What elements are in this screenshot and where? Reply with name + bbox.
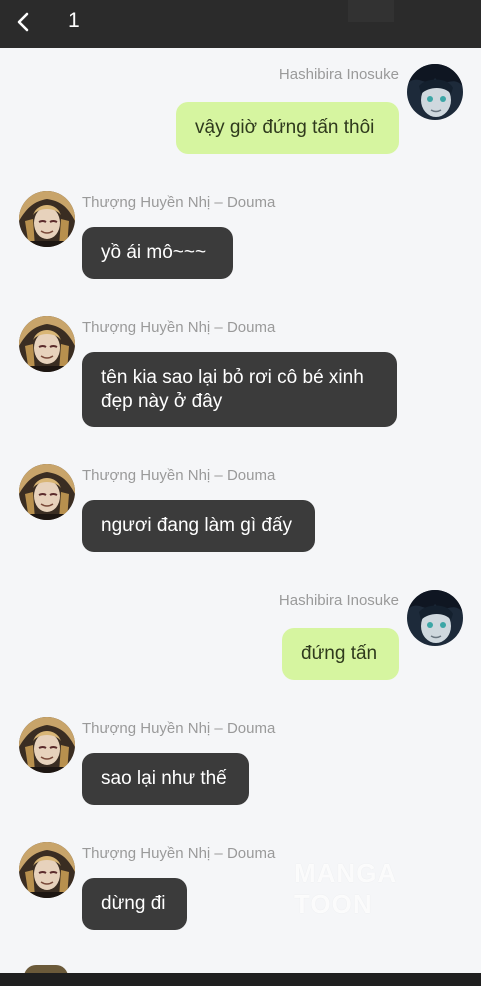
avatar[interactable] <box>407 64 463 120</box>
avatar[interactable] <box>19 717 75 773</box>
chevron-left-icon[interactable] <box>12 10 36 34</box>
message-bubble[interactable]: ngươi đang làm gì đấy <box>82 500 315 552</box>
douma-avatar-image <box>19 842 75 898</box>
douma-avatar-image <box>19 316 75 372</box>
douma-avatar-image <box>19 464 75 520</box>
douma-avatar-image <box>19 191 75 247</box>
top-bar: 1 <box>0 0 481 48</box>
avatar[interactable] <box>19 191 75 247</box>
watermark: MANGA TOON <box>294 858 397 919</box>
message-bubble[interactable]: yồ ái mô~~~ <box>82 227 233 279</box>
avatar[interactable] <box>19 842 75 898</box>
avatar[interactable] <box>407 590 463 646</box>
sender-name: Hashibira Inosuke <box>278 66 399 83</box>
message-bubble[interactable]: đứng tấn <box>282 628 399 680</box>
message-bubble[interactable]: vậy giờ đứng tấn thôi <box>176 102 399 154</box>
inosuke-avatar-image <box>407 64 463 120</box>
avatar[interactable] <box>19 316 75 372</box>
sender-name: Thượng Huyền Nhị – Douma <box>82 720 276 737</box>
message-bubble[interactable]: sao lại như thế <box>82 753 249 805</box>
message-bubble[interactable]: tên kia sao lại bỏ rơi cô bé xinh đẹp nà… <box>82 352 397 427</box>
sender-name: Hashibira Inosuke <box>278 592 399 609</box>
message-bubble[interactable]: dừng đi <box>82 878 187 930</box>
sender-name: Thượng Huyền Nhị – Douma <box>82 845 276 862</box>
douma-avatar-image <box>19 717 75 773</box>
avatar[interactable] <box>19 464 75 520</box>
sender-name: Thượng Huyền Nhị – Douma <box>82 467 276 484</box>
top-ghost-overlay <box>348 0 394 22</box>
inosuke-avatar-image <box>407 590 463 646</box>
message-counter: 1 <box>68 9 80 32</box>
sender-name: Thượng Huyền Nhị – Douma <box>82 319 276 336</box>
bottom-bar <box>0 973 481 986</box>
sender-name: Thượng Huyền Nhị – Douma <box>82 194 276 211</box>
